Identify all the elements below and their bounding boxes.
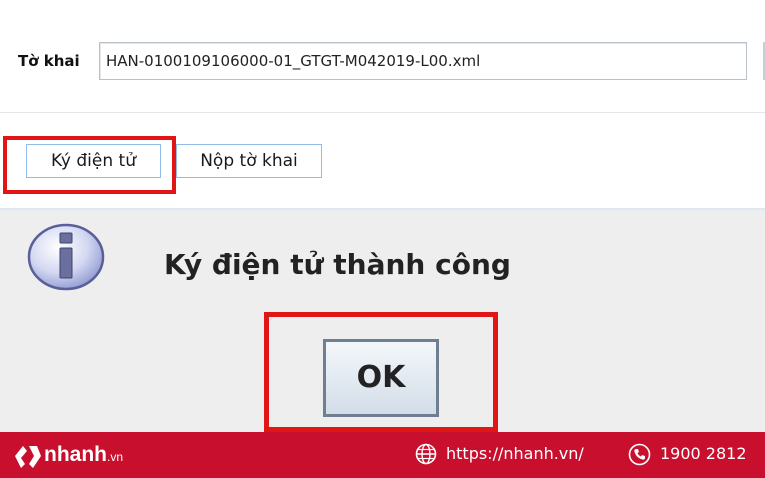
highlight-box: [3, 136, 176, 194]
brand-suffix: .vn: [107, 450, 124, 464]
dialog-message: Ký điện tử thành công: [164, 248, 511, 281]
globe-icon: [415, 443, 437, 465]
highlight-box: [264, 312, 498, 432]
website-link[interactable]: https://nhanh.vn/: [446, 444, 584, 464]
file-input[interactable]: HAN-0100109106000-01_GTGT-M042019-L00.xm…: [99, 42, 747, 80]
file-label: Tờ khai: [18, 52, 80, 70]
phone-icon: [628, 443, 651, 466]
brand-text: nhanh: [44, 443, 107, 466]
phone-number[interactable]: 1900 2812: [660, 444, 747, 464]
info-icon: [27, 223, 105, 291]
brand-name[interactable]: nhanh.vn: [44, 443, 123, 469]
nhanh-logo-icon: [15, 446, 41, 468]
submit-button[interactable]: Nộp tờ khai: [176, 144, 322, 178]
